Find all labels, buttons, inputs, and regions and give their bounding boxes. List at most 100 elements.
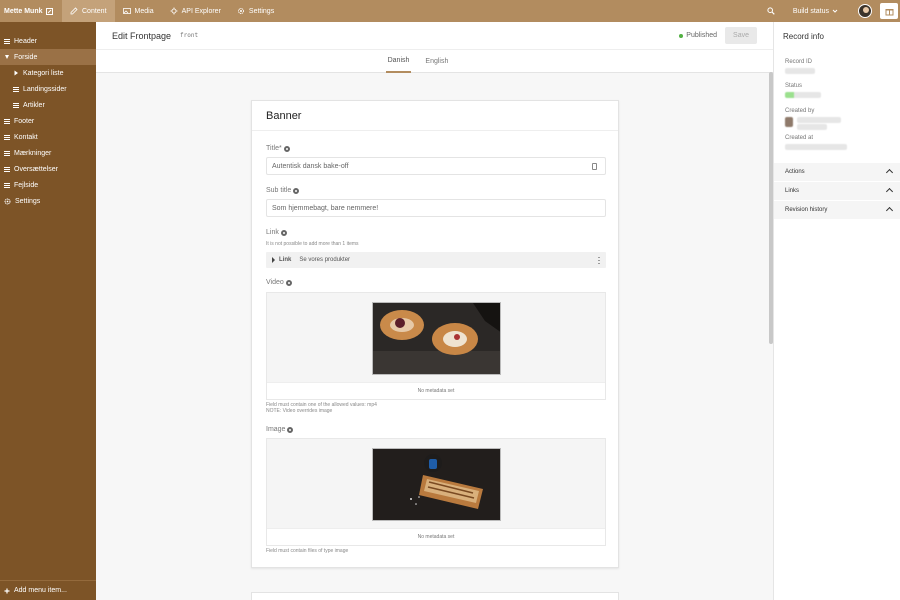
sidebar-item-forside[interactable]: Forside bbox=[0, 49, 96, 65]
lines-icon bbox=[4, 166, 10, 172]
sidebar-item-label: Kontakt bbox=[14, 133, 38, 141]
pastry-image bbox=[373, 303, 500, 374]
sidebar-item-footer[interactable]: Footer bbox=[0, 113, 96, 129]
nav-media[interactable]: Media bbox=[115, 0, 162, 22]
user-menu[interactable]: Mette Munk bbox=[0, 0, 62, 22]
build-status-button[interactable]: Build status bbox=[781, 8, 850, 15]
video-label: Video bbox=[266, 279, 292, 286]
title-label: Title* bbox=[266, 145, 290, 152]
link-item[interactable]: Link Se vores produkter bbox=[266, 252, 606, 268]
lines-icon bbox=[4, 182, 10, 188]
page-title: Edit Frontpage bbox=[112, 30, 172, 41]
chevron-down-icon bbox=[832, 9, 838, 13]
nav-settings[interactable]: Settings bbox=[229, 0, 282, 22]
card-title: Banner bbox=[252, 101, 618, 131]
link-value: Se vores produkter bbox=[299, 257, 351, 263]
image-field[interactable]: No metadata set bbox=[266, 438, 606, 546]
record-id-label: Record ID bbox=[785, 59, 813, 65]
subtitle-input[interactable]: Som hjemmebagt, bare nemmere! bbox=[266, 199, 606, 217]
sidebar-item-landingssider[interactable]: Landingssider bbox=[0, 81, 96, 97]
lines-icon bbox=[13, 86, 19, 92]
actions-section[interactable]: Actions bbox=[774, 163, 900, 182]
lines-icon bbox=[4, 150, 10, 156]
nav-media-label: Media bbox=[134, 7, 154, 15]
image-thumbnail[interactable] bbox=[372, 448, 501, 521]
lines-icon bbox=[4, 118, 10, 124]
search-button[interactable] bbox=[761, 7, 781, 15]
editor-header: Edit Frontpage front Published Save bbox=[96, 22, 773, 50]
tab-danish[interactable]: Danish bbox=[385, 50, 412, 73]
sidebar-item-artikler[interactable]: Artikler bbox=[0, 97, 96, 113]
video-field[interactable]: No metadata set bbox=[266, 292, 606, 400]
video-hint-note: NOTE: Video overrides image bbox=[266, 408, 333, 414]
created-by-sub bbox=[797, 124, 827, 130]
sidebar-item-kontakt[interactable]: Kontakt bbox=[0, 129, 96, 145]
record-info-title: Record info bbox=[783, 31, 824, 41]
sidebar-item-label: Header bbox=[14, 37, 37, 45]
whats-new-button[interactable] bbox=[880, 3, 898, 19]
status-label: Published bbox=[686, 32, 718, 39]
image-metadata: No metadata set bbox=[267, 528, 605, 545]
pencil-icon bbox=[70, 7, 78, 15]
lines-icon bbox=[4, 134, 10, 140]
chevron-up-icon bbox=[885, 206, 894, 215]
sidebar-item-oversaettelser[interactable]: Oversættelser bbox=[0, 161, 96, 177]
image-label: Image bbox=[266, 426, 294, 433]
revision-history-section[interactable]: Revision history bbox=[774, 201, 900, 220]
revision-history-label: Revision history bbox=[785, 207, 828, 213]
sidebar-item-settings[interactable]: Settings bbox=[0, 193, 96, 209]
sidebar-item-kategori-liste[interactable]: Kategori liste bbox=[0, 65, 96, 81]
links-section[interactable]: Links bbox=[774, 182, 900, 201]
build-status-label: Build status bbox=[792, 7, 829, 15]
sidebar-item-label: Settings bbox=[15, 197, 41, 205]
title-input[interactable]: Autentisk dansk bake-off bbox=[266, 157, 606, 175]
nav-api-label: API Explorer bbox=[181, 7, 221, 15]
status-label: Status bbox=[785, 83, 803, 89]
save-button[interactable]: Save bbox=[725, 27, 757, 44]
created-at-label: Created at bbox=[785, 135, 814, 141]
expand-icon[interactable] bbox=[272, 257, 275, 263]
copy-icon[interactable] bbox=[592, 163, 597, 170]
sidebar-item-label: Footer bbox=[14, 117, 35, 125]
more-options-icon[interactable] bbox=[598, 256, 600, 264]
sidebar-item-header[interactable]: Header bbox=[0, 33, 96, 49]
image-icon bbox=[122, 8, 131, 14]
record-info-panel: Record info Record ID Status Created by … bbox=[773, 22, 900, 600]
subtitle-value: Som hjemmebagt, bare nemmere! bbox=[272, 204, 379, 212]
api-icon bbox=[170, 7, 178, 15]
globe-icon bbox=[280, 229, 287, 236]
nav-settings-label: Settings bbox=[248, 7, 275, 15]
gear-icon bbox=[4, 198, 11, 204]
tab-english[interactable]: English bbox=[423, 50, 450, 73]
video-thumbnail[interactable] bbox=[372, 302, 501, 375]
next-card bbox=[251, 592, 619, 600]
search-icon bbox=[767, 7, 775, 15]
expand-icon bbox=[5, 55, 9, 59]
sidebar: Header Forside Kategori liste Landingssi… bbox=[0, 22, 96, 600]
created-at-value bbox=[785, 144, 847, 150]
nav-api-explorer[interactable]: API Explorer bbox=[162, 0, 229, 22]
user-name: Mette Munk bbox=[4, 7, 43, 15]
title-value: Autentisk dansk bake-off bbox=[272, 162, 349, 170]
globe-icon bbox=[293, 187, 300, 194]
nav-content[interactable]: Content bbox=[62, 0, 115, 22]
add-menu-item-label: Add menu item... bbox=[14, 587, 67, 594]
sidebar-item-label: Fejlside bbox=[14, 181, 39, 189]
gear-icon bbox=[237, 8, 244, 14]
subtitle-label: Sub title bbox=[266, 187, 300, 194]
subtitle-label-text: Sub title bbox=[266, 187, 292, 194]
link-label: Link bbox=[266, 229, 287, 236]
record-key: front bbox=[180, 32, 199, 39]
sidebar-item-fejlside[interactable]: Fejlside bbox=[0, 177, 96, 193]
plus-icon bbox=[4, 588, 10, 593]
sidebar-item-label: Landingssider bbox=[23, 85, 67, 93]
banner-card: Banner Title* Autentisk dansk bake-off S… bbox=[251, 100, 619, 568]
sidebar-item-label: Mærkninger bbox=[14, 149, 52, 157]
title-label-text: Title* bbox=[266, 145, 282, 152]
avatar[interactable] bbox=[858, 4, 872, 18]
lines-icon bbox=[13, 102, 19, 108]
top-bar: Mette Munk Content Media API Explorer Se… bbox=[0, 0, 900, 22]
globe-icon bbox=[287, 426, 294, 433]
sidebar-item-maerkninger[interactable]: Mærkninger bbox=[0, 145, 96, 161]
add-menu-item-button[interactable]: Add menu item... bbox=[0, 580, 96, 600]
